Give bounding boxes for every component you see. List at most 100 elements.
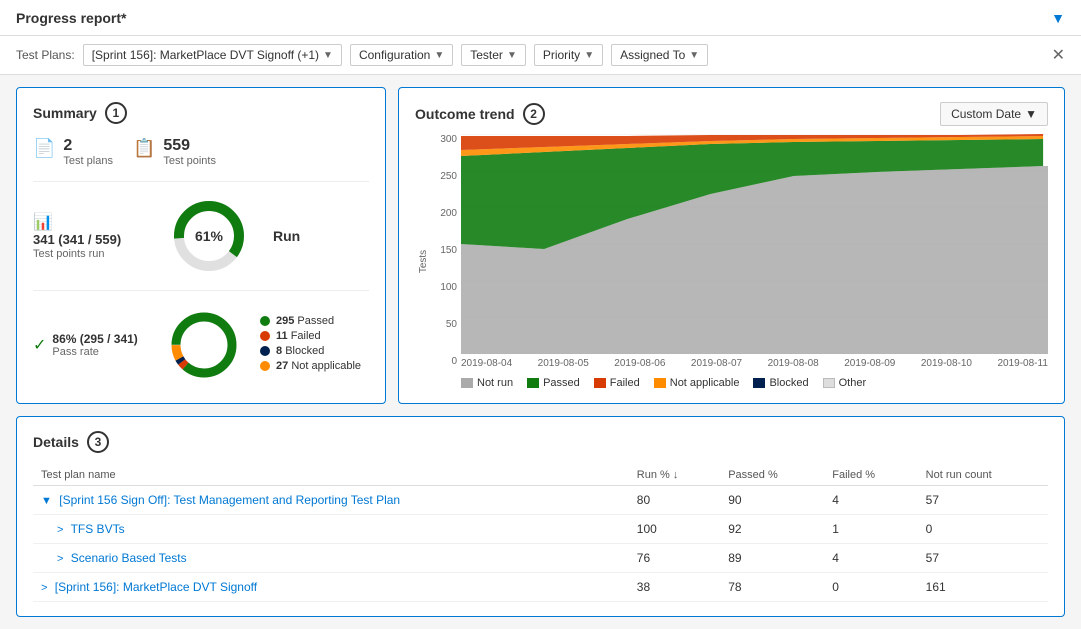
y-axis: 300 250 200 150 100 50 0 bbox=[433, 134, 461, 389]
filter-test-plans-label: Test Plans: bbox=[16, 48, 75, 62]
row-run-pct: 100 bbox=[629, 515, 720, 544]
row-expand-icon[interactable]: > bbox=[57, 524, 63, 536]
summary-title: Summary 1 bbox=[33, 102, 369, 124]
row-plan-name: [Sprint 156]: MarketPlace DVT Signoff bbox=[55, 580, 257, 594]
table-row: > TFS BVTs 100 92 1 0 bbox=[33, 515, 1048, 544]
filter-priority-dropdown[interactable]: Priority ▼ bbox=[534, 44, 603, 66]
row-expand-icon[interactable]: ▼ bbox=[41, 495, 52, 507]
row-name-cell: > [Sprint 156]: MarketPlace DVT Signoff bbox=[33, 573, 629, 602]
pass-rate-label: Pass rate bbox=[52, 346, 137, 358]
chevron-down-icon: ▼ bbox=[434, 50, 444, 61]
not-applicable-dot bbox=[260, 361, 270, 371]
trend-number: 2 bbox=[523, 103, 545, 125]
pass-rate-row: ✓ 86% (295 / 341) Pass rate bbox=[33, 305, 369, 385]
filter-bar: Test Plans: [Sprint 156]: MarketPlace DV… bbox=[0, 36, 1081, 75]
legend-other-trend: Other bbox=[823, 377, 867, 389]
chevron-down-icon: ▼ bbox=[584, 50, 594, 61]
row-failed-pct: 4 bbox=[824, 486, 917, 515]
chevron-down-icon: ▼ bbox=[507, 50, 517, 61]
row-expand-icon[interactable]: > bbox=[41, 582, 47, 594]
chevron-down-icon: ▼ bbox=[323, 50, 333, 61]
legend-not-run: Not run bbox=[461, 377, 513, 389]
row-not-run: 0 bbox=[918, 515, 1048, 544]
legend-not-applicable-trend: Not applicable bbox=[654, 377, 740, 389]
pass-rate-legend: 295 Passed 11 Failed 8 Blocked 27 Not ap… bbox=[260, 315, 361, 375]
table-header: Test plan name Run % ↓ Passed % Failed %… bbox=[33, 465, 1048, 486]
row-name-cell: > TFS BVTs bbox=[33, 515, 629, 544]
row-not-run: 57 bbox=[918, 486, 1048, 515]
legend-blocked-trend: Blocked bbox=[753, 377, 808, 389]
filter-tester-dropdown[interactable]: Tester ▼ bbox=[461, 44, 526, 66]
summary-number: 1 bbox=[105, 102, 127, 124]
row-not-run: 161 bbox=[918, 573, 1048, 602]
row-plan-name: Scenario Based Tests bbox=[71, 551, 187, 565]
custom-date-button[interactable]: Custom Date ▼ bbox=[940, 102, 1048, 126]
not-run-rect bbox=[461, 378, 473, 388]
passed-dot bbox=[260, 316, 270, 326]
failed-rect bbox=[594, 378, 606, 388]
col-test-plan-name: Test plan name bbox=[33, 465, 629, 486]
pass-rate-icon: ✓ bbox=[33, 335, 46, 355]
test-plans-icon: 📄 bbox=[33, 138, 55, 159]
filter-test-plans-dropdown[interactable]: [Sprint 156]: MarketPlace DVT Signoff (+… bbox=[83, 44, 342, 66]
legend-failed-trend: Failed bbox=[594, 377, 640, 389]
x-axis: 2019-08-04 2019-08-05 2019-08-06 2019-08… bbox=[461, 358, 1048, 369]
blocked-dot bbox=[260, 346, 270, 356]
other-rect bbox=[823, 378, 835, 388]
summary-top-stats: 📄 2 Test plans 📋 559 Test points bbox=[33, 136, 369, 182]
trend-title: Outcome trend 2 bbox=[415, 103, 545, 125]
test-points-run-value: 341 (341 / 559) bbox=[33, 232, 153, 248]
pass-rate-donut bbox=[164, 305, 244, 385]
chart-svg bbox=[461, 134, 1048, 354]
row-not-run: 57 bbox=[918, 544, 1048, 573]
test-plans-value: 2 bbox=[63, 136, 113, 155]
row-expand-icon[interactable]: > bbox=[57, 553, 63, 565]
filter-icon[interactable]: ▼ bbox=[1051, 10, 1065, 26]
legend-blocked: 8 Blocked bbox=[260, 345, 361, 357]
row-passed-pct: 78 bbox=[720, 573, 824, 602]
chevron-down-icon: ▼ bbox=[689, 50, 699, 61]
chart-legend: Not run Passed Failed Not applicabl bbox=[461, 377, 1048, 389]
chart-body: 2019-08-04 2019-08-05 2019-08-06 2019-08… bbox=[461, 134, 1048, 389]
col-run-pct: Run % ↓ bbox=[629, 465, 720, 486]
test-points-icon: 📋 bbox=[133, 138, 155, 159]
top-row: Summary 1 📄 2 Test plans 📋 559 Test poin bbox=[16, 87, 1065, 404]
run-icon: 📊 bbox=[33, 214, 53, 231]
pass-rate-value: 86% (295 / 341) bbox=[52, 332, 137, 346]
summary-panel: Summary 1 📄 2 Test plans 📋 559 Test poin bbox=[16, 87, 386, 404]
filter-configuration-dropdown[interactable]: Configuration ▼ bbox=[350, 44, 453, 66]
row-name-cell: ▼ [Sprint 156 Sign Off]: Test Management… bbox=[33, 486, 629, 515]
row-passed-pct: 92 bbox=[720, 515, 824, 544]
col-passed-pct: Passed % bbox=[720, 465, 824, 486]
main-content: Summary 1 📄 2 Test plans 📋 559 Test poin bbox=[0, 75, 1081, 629]
test-plans-stat: 📄 2 Test plans bbox=[33, 136, 113, 167]
details-panel: Details 3 Test plan name Run % ↓ Passed … bbox=[16, 416, 1065, 617]
close-filter-button[interactable]: ✕ bbox=[1052, 45, 1065, 65]
row-passed-pct: 90 bbox=[720, 486, 824, 515]
legend-passed-trend: Passed bbox=[527, 377, 580, 389]
row-name-cell: > Scenario Based Tests bbox=[33, 544, 629, 573]
col-not-run-count: Not run count bbox=[918, 465, 1048, 486]
legend-passed: 295 Passed bbox=[260, 315, 361, 327]
table-body: ▼ [Sprint 156 Sign Off]: Test Management… bbox=[33, 486, 1048, 602]
test-points-run-row: 📊 341 (341 / 559) Test points run 61% Ru… bbox=[33, 196, 369, 291]
test-points-value: 559 bbox=[163, 136, 216, 155]
table-row: > Scenario Based Tests 76 89 4 57 bbox=[33, 544, 1048, 573]
filter-assigned-to-dropdown[interactable]: Assigned To ▼ bbox=[611, 44, 708, 66]
app-title: Progress report* bbox=[16, 10, 126, 26]
passed-rect bbox=[527, 378, 539, 388]
details-table: Test plan name Run % ↓ Passed % Failed %… bbox=[33, 465, 1048, 602]
chevron-down-icon: ▼ bbox=[1025, 107, 1037, 121]
row-run-pct: 38 bbox=[629, 573, 720, 602]
col-failed-pct: Failed % bbox=[824, 465, 917, 486]
test-points-run-label: Test points run bbox=[33, 248, 153, 260]
row-run-pct: 80 bbox=[629, 486, 720, 515]
legend-failed: 11 Failed bbox=[260, 330, 361, 342]
row-plan-name: [Sprint 156 Sign Off]: Test Management a… bbox=[59, 493, 400, 507]
details-number: 3 bbox=[87, 431, 109, 453]
test-points-label: Test points bbox=[163, 155, 216, 167]
blocked-rect bbox=[753, 378, 765, 388]
details-title: Details 3 bbox=[33, 431, 1048, 453]
run-percent-label: 61% bbox=[195, 228, 223, 244]
table-row: ▼ [Sprint 156 Sign Off]: Test Management… bbox=[33, 486, 1048, 515]
